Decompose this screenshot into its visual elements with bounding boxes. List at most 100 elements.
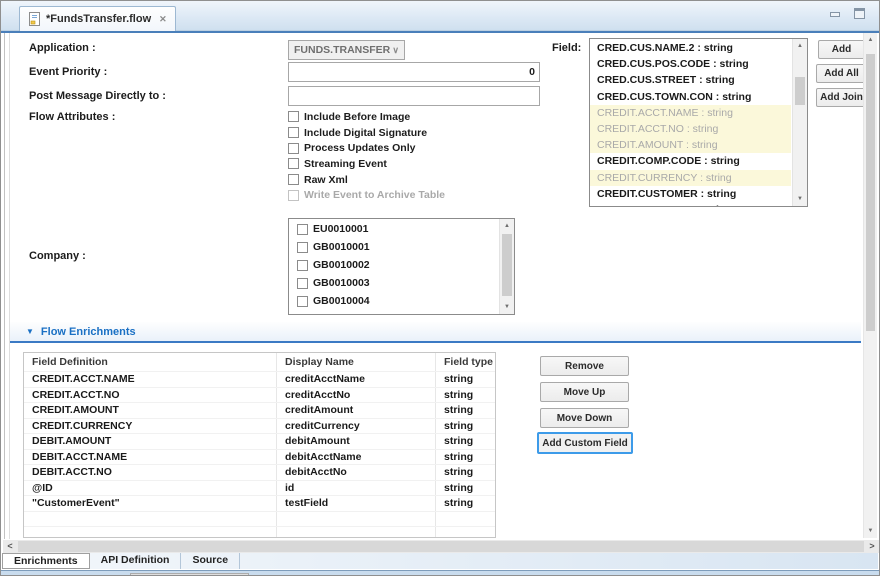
event-priority-input[interactable] [288,62,540,82]
table-row[interactable]: DEBIT.ACCT.NAMEdebitAcctNamestring [24,450,495,466]
pane-border-line [4,33,5,539]
flow-attribute-option[interactable]: Streaming Event [288,156,445,172]
enrichments-table: Field Definition Display Name Field type… [23,352,496,538]
company-list-scrollbar[interactable]: ▲ ▼ [499,219,514,314]
checkbox-unchecked-icon[interactable] [297,260,308,271]
restore-icon[interactable] [854,8,865,19]
table-empty-row [24,527,495,538]
flow-attribute-option: Write Event to Archive Table [288,187,445,203]
company-option-label: GB0010005 [313,313,370,315]
bottom-tab-enrichments[interactable]: Enrichments [2,553,90,569]
table-row[interactable]: CREDIT.ACCT.NOcreditAcctNostring [24,388,495,404]
flow-enrichments-header[interactable]: ▼ Flow Enrichments [10,322,861,341]
bottom-view-edge [1,570,879,576]
checkbox-unchecked-icon[interactable] [288,174,299,185]
table-row[interactable]: DEBIT.AMOUNTdebitAmountstring [24,434,495,450]
add-all-button[interactable]: Add All [816,64,867,83]
table-cell: string [436,388,495,403]
checkbox-unchecked-icon[interactable] [297,278,308,289]
field-list-scrollbar[interactable]: ▲ ▼ [792,39,807,206]
checkbox-unchecked-icon[interactable] [297,242,308,253]
table-row[interactable]: CREDIT.ACCT.NAMEcreditAcctNamestring [24,372,495,388]
table-cell: DEBIT.ACCT.NAME [24,450,277,465]
scrollbar-thumb[interactable] [502,234,512,296]
table-cell: creditCurrency [277,419,436,434]
add-join-button[interactable]: Add Join [816,88,867,107]
table-cell: string [436,434,495,449]
checkbox-unchecked-icon[interactable] [288,127,299,138]
editor-vertical-scrollbar[interactable]: ▲ ▼ [863,33,877,538]
checkbox-unchecked-icon[interactable] [297,296,308,307]
scrollbar-thumb[interactable] [18,541,864,552]
scroll-up-icon[interactable]: ▲ [864,33,877,47]
column-header-field-type: Field type [436,353,495,371]
company-option-label: GB0010004 [313,295,370,307]
editor-tab-fundstransfer[interactable]: *FundsTransfer.flow ✕ [19,6,176,31]
table-cell [277,512,436,527]
field-list-item[interactable]: CREDIT.COMP.CODE : string [590,153,791,169]
section-collapse-icon[interactable]: ▼ [26,327,34,336]
field-list-item[interactable]: CRED.CUS.TOWN.CON : string [590,89,791,105]
field-list-item[interactable]: CREDIT.AMOUNT : string [590,137,791,153]
add-button[interactable]: Add [818,40,865,59]
bottom-tab-api-definition[interactable]: API Definition [90,553,182,569]
checkbox-unchecked-icon[interactable] [297,314,308,316]
company-option[interactable]: GB0010004 [289,292,498,310]
scroll-right-icon[interactable]: > [865,540,879,553]
company-option[interactable]: GB0010003 [289,274,498,292]
checkbox-unchecked-icon[interactable] [297,224,308,235]
editor-horizontal-scrollbar[interactable]: < > [3,540,879,553]
scroll-left-icon[interactable]: < [3,540,17,553]
table-row[interactable]: DEBIT.ACCT.NOdebitAcctNostring [24,465,495,481]
scroll-down-icon[interactable]: ▼ [793,192,807,206]
scroll-up-icon[interactable]: ▲ [500,219,514,233]
close-tab-icon[interactable]: ✕ [159,14,167,25]
scroll-up-icon[interactable]: ▲ [793,39,807,53]
post-message-input[interactable] [288,86,540,106]
flow-attribute-option[interactable]: Include Before Image [288,109,445,125]
table-row[interactable]: CREDIT.AMOUNTcreditAmountstring [24,403,495,419]
table-cell: debitAcctNo [277,465,436,480]
company-option[interactable]: GB0010002 [289,256,498,274]
move-up-button[interactable]: Move Up [540,382,629,402]
checkbox-unchecked-icon[interactable] [288,143,299,154]
bottom-tab-source[interactable]: Source [181,553,240,569]
flow-attribute-option-label: Write Event to Archive Table [304,189,445,201]
remove-button[interactable]: Remove [540,356,629,376]
field-list-item[interactable]: CRED.CUS.NAME.2 : string [590,40,791,56]
table-row[interactable]: CREDIT.CURRENCYcreditCurrencystring [24,419,495,435]
minimize-icon[interactable] [829,9,840,19]
checkbox-unchecked-icon[interactable] [288,158,299,169]
scrollbar-thumb[interactable] [866,54,875,331]
tab-accent-line [1,31,879,33]
field-list-item[interactable]: CRED.CUS.POS.CODE : string [590,56,791,72]
add-custom-field-button[interactable]: Add Custom Field [537,432,633,454]
scroll-down-icon[interactable]: ▼ [864,524,877,538]
table-row[interactable]: "CustomerEvent"testFieldstring [24,496,495,512]
field-list-item[interactable]: CREDIT.THEIR.REF : string [590,202,791,207]
post-message-label: Post Message Directly to : [29,90,166,102]
company-option[interactable]: GB0010001 [289,238,498,256]
flow-attributes-label: Flow Attributes : [29,111,115,123]
move-down-button[interactable]: Move Down [540,408,629,428]
flow-attribute-option[interactable]: Include Digital Signature [288,125,445,141]
company-option[interactable]: EU0010001 [289,220,498,238]
scrollbar-thumb[interactable] [795,77,805,105]
checkbox-unchecked-icon [288,190,299,201]
table-cell: CREDIT.CURRENCY [24,419,277,434]
flow-editor-window: *FundsTransfer.flow ✕ Application : Even… [0,0,880,576]
flow-attribute-option[interactable]: Process Updates Only [288,140,445,156]
field-list-item[interactable]: CRED.CUS.STREET : string [590,72,791,88]
checkbox-unchecked-icon[interactable] [288,111,299,122]
field-list-item[interactable]: CREDIT.CURRENCY : string [590,170,791,186]
field-list-item[interactable]: CREDIT.CUSTOMER : string [590,186,791,202]
field-list-item[interactable]: CREDIT.ACCT.NO : string [590,121,791,137]
field-list-item[interactable]: CREDIT.ACCT.NAME : string [590,105,791,121]
scroll-down-icon[interactable]: ▼ [500,300,514,314]
flow-attribute-option-label: Raw Xml [304,174,348,186]
company-option[interactable]: GB0010005 [289,310,498,315]
table-row[interactable]: @IDidstring [24,481,495,497]
table-cell: debitAcctName [277,450,436,465]
editor-tab-title: *FundsTransfer.flow [46,13,151,25]
flow-attribute-option[interactable]: Raw Xml [288,172,445,188]
